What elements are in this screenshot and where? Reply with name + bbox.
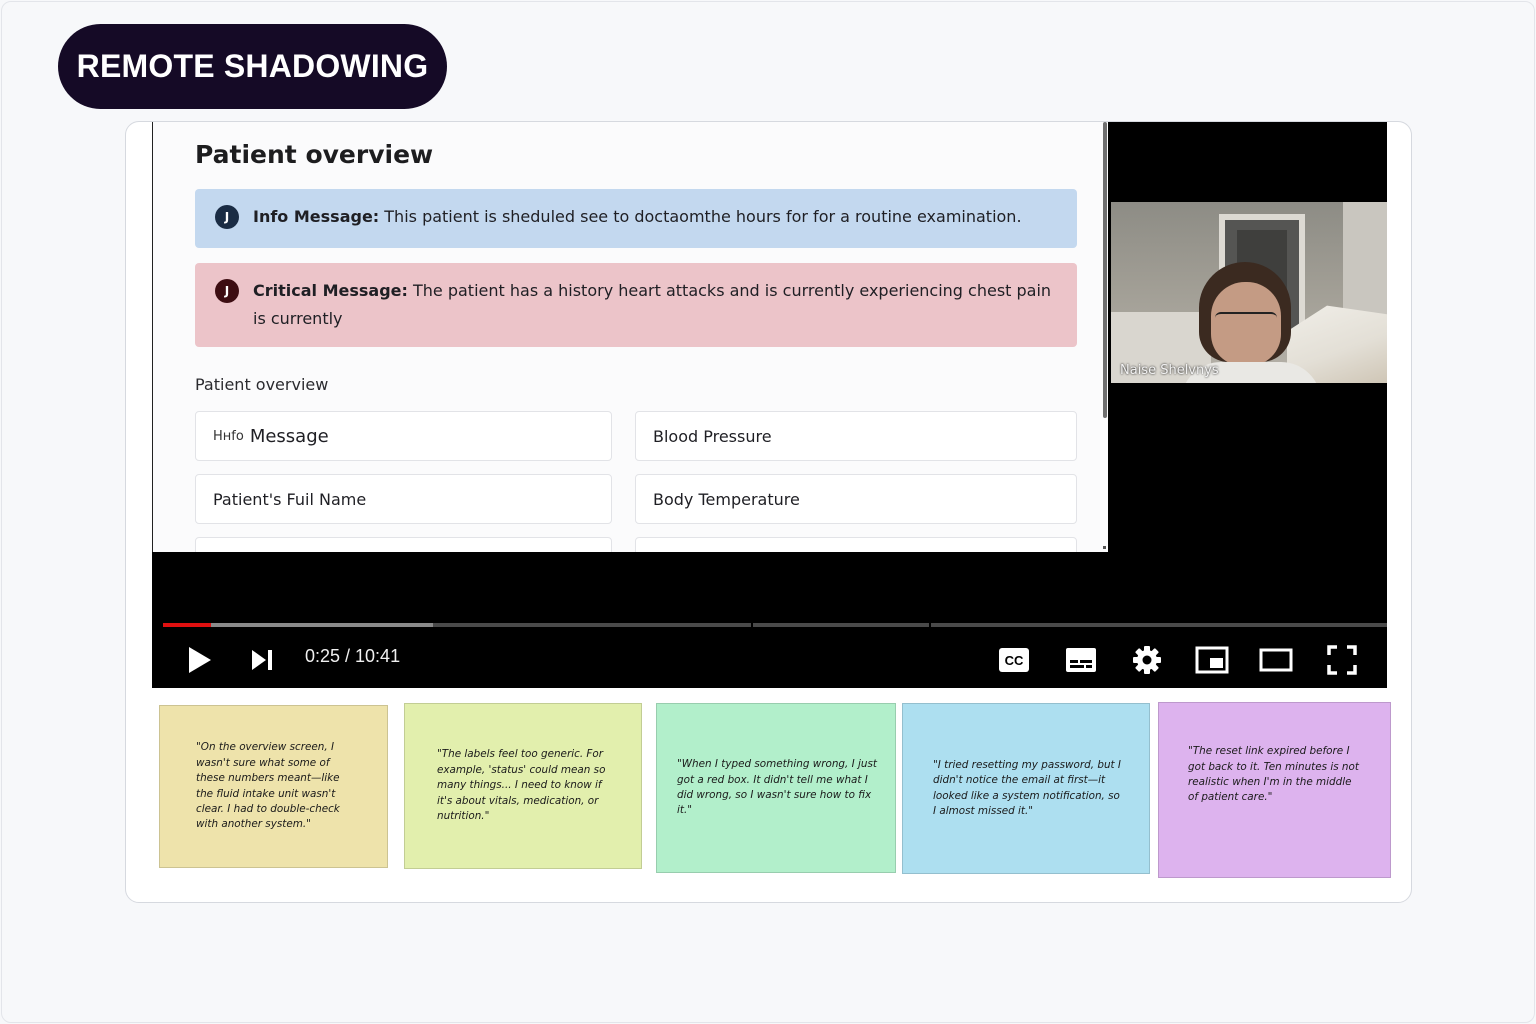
shared-screen: Patient overview J Info Message: This pa… bbox=[152, 122, 1108, 552]
critical-message-banner: J Critical Message: The patient has a hi… bbox=[195, 263, 1077, 347]
progress-played bbox=[163, 623, 211, 627]
participant-name: Naise Shelvnys bbox=[1120, 363, 1219, 378]
remote-shadowing-badge: REMOTE SHADOWING bbox=[58, 24, 447, 109]
field-label: Blood Pressure bbox=[653, 426, 772, 446]
note-text: "On the overview screen, I wasn't sure w… bbox=[196, 741, 340, 831]
info-icon: J bbox=[215, 205, 239, 229]
participant-webcam: Naise Shelvnys bbox=[1111, 202, 1387, 383]
chapter-marker bbox=[929, 623, 931, 627]
field-info-message[interactable]: Hнfo Message bbox=[195, 411, 612, 461]
field-label: Patient's Fuil Name bbox=[213, 489, 367, 509]
cc-icon: CC bbox=[999, 648, 1029, 672]
screen-scrollbar[interactable] bbox=[1103, 122, 1107, 418]
field-patient-full-name[interactable]: Patient's Fuil Name bbox=[195, 474, 612, 524]
fullscreen-icon bbox=[1327, 645, 1357, 675]
next-icon bbox=[252, 650, 272, 670]
note-text: "The labels feel too generic. For exampl… bbox=[437, 748, 606, 823]
critical-icon: J bbox=[215, 279, 239, 303]
note-text: "I tried resetting my password, but I di… bbox=[933, 758, 1121, 817]
sticky-note: "When I typed something wrong, I just go… bbox=[656, 703, 896, 873]
field-prefix: Hнfo bbox=[213, 428, 244, 444]
info-message-label: Info Message: bbox=[253, 207, 380, 226]
info-message-banner: J Info Message: This patient is sheduled… bbox=[195, 189, 1077, 248]
sticky-note: "The labels feel too generic. For exampl… bbox=[404, 703, 642, 869]
miniplayer-button[interactable] bbox=[1194, 644, 1230, 676]
field-partial bbox=[635, 537, 1077, 552]
sticky-note: "I tried resetting my password, but I di… bbox=[902, 703, 1150, 874]
theater-mode-button[interactable] bbox=[1258, 644, 1294, 676]
svg-text:CC: CC bbox=[1005, 653, 1024, 668]
subtitles-button[interactable] bbox=[1064, 644, 1098, 676]
subtitles-icon bbox=[1066, 648, 1096, 672]
info-message-body: This patient is sheduled see to doctaomt… bbox=[384, 207, 1022, 226]
note-text: "When I typed something wrong, I just go… bbox=[677, 758, 877, 817]
progress-bar[interactable] bbox=[163, 623, 1387, 627]
settings-button[interactable] bbox=[1130, 644, 1164, 676]
captions-button[interactable]: CC bbox=[997, 644, 1031, 676]
field-body-temperature[interactable]: Body Temperature bbox=[635, 474, 1077, 524]
session-card: Patient overview J Info Message: This pa… bbox=[125, 121, 1412, 903]
field-blood-pressure[interactable]: Blood Pressure bbox=[635, 411, 1077, 461]
play-button[interactable] bbox=[184, 644, 216, 676]
section-label: Patient overview bbox=[195, 375, 329, 394]
critical-message-text: Critical Message: The patient has a hist… bbox=[253, 277, 1059, 333]
video-player[interactable]: Patient overview J Info Message: This pa… bbox=[152, 122, 1387, 688]
miniplayer-icon bbox=[1195, 646, 1229, 674]
field-partial bbox=[195, 537, 612, 552]
critical-message-label: Critical Message: bbox=[253, 281, 408, 300]
gear-icon bbox=[1133, 646, 1161, 674]
badge-label: REMOTE SHADOWING bbox=[76, 48, 429, 84]
sticky-note: "The reset link expired before I got bac… bbox=[1158, 702, 1391, 878]
theater-icon bbox=[1259, 648, 1293, 672]
fullscreen-button[interactable] bbox=[1324, 644, 1360, 676]
note-text: "The reset link expired before I got bac… bbox=[1188, 745, 1359, 804]
field-label: Message bbox=[249, 425, 329, 447]
sticky-note: "On the overview screen, I wasn't sure w… bbox=[159, 705, 388, 868]
next-button[interactable] bbox=[248, 644, 276, 676]
scroll-indicator bbox=[1103, 546, 1106, 549]
screen-title: Patient overview bbox=[195, 140, 434, 169]
chapter-marker bbox=[751, 623, 753, 627]
field-label: Body Temperature bbox=[653, 489, 800, 509]
info-message-text: Info Message: This patient is sheduled s… bbox=[253, 203, 1022, 231]
play-icon bbox=[189, 647, 211, 673]
participant-avatar bbox=[1215, 312, 1277, 328]
time-display: 0:25 / 10:41 bbox=[305, 646, 401, 666]
